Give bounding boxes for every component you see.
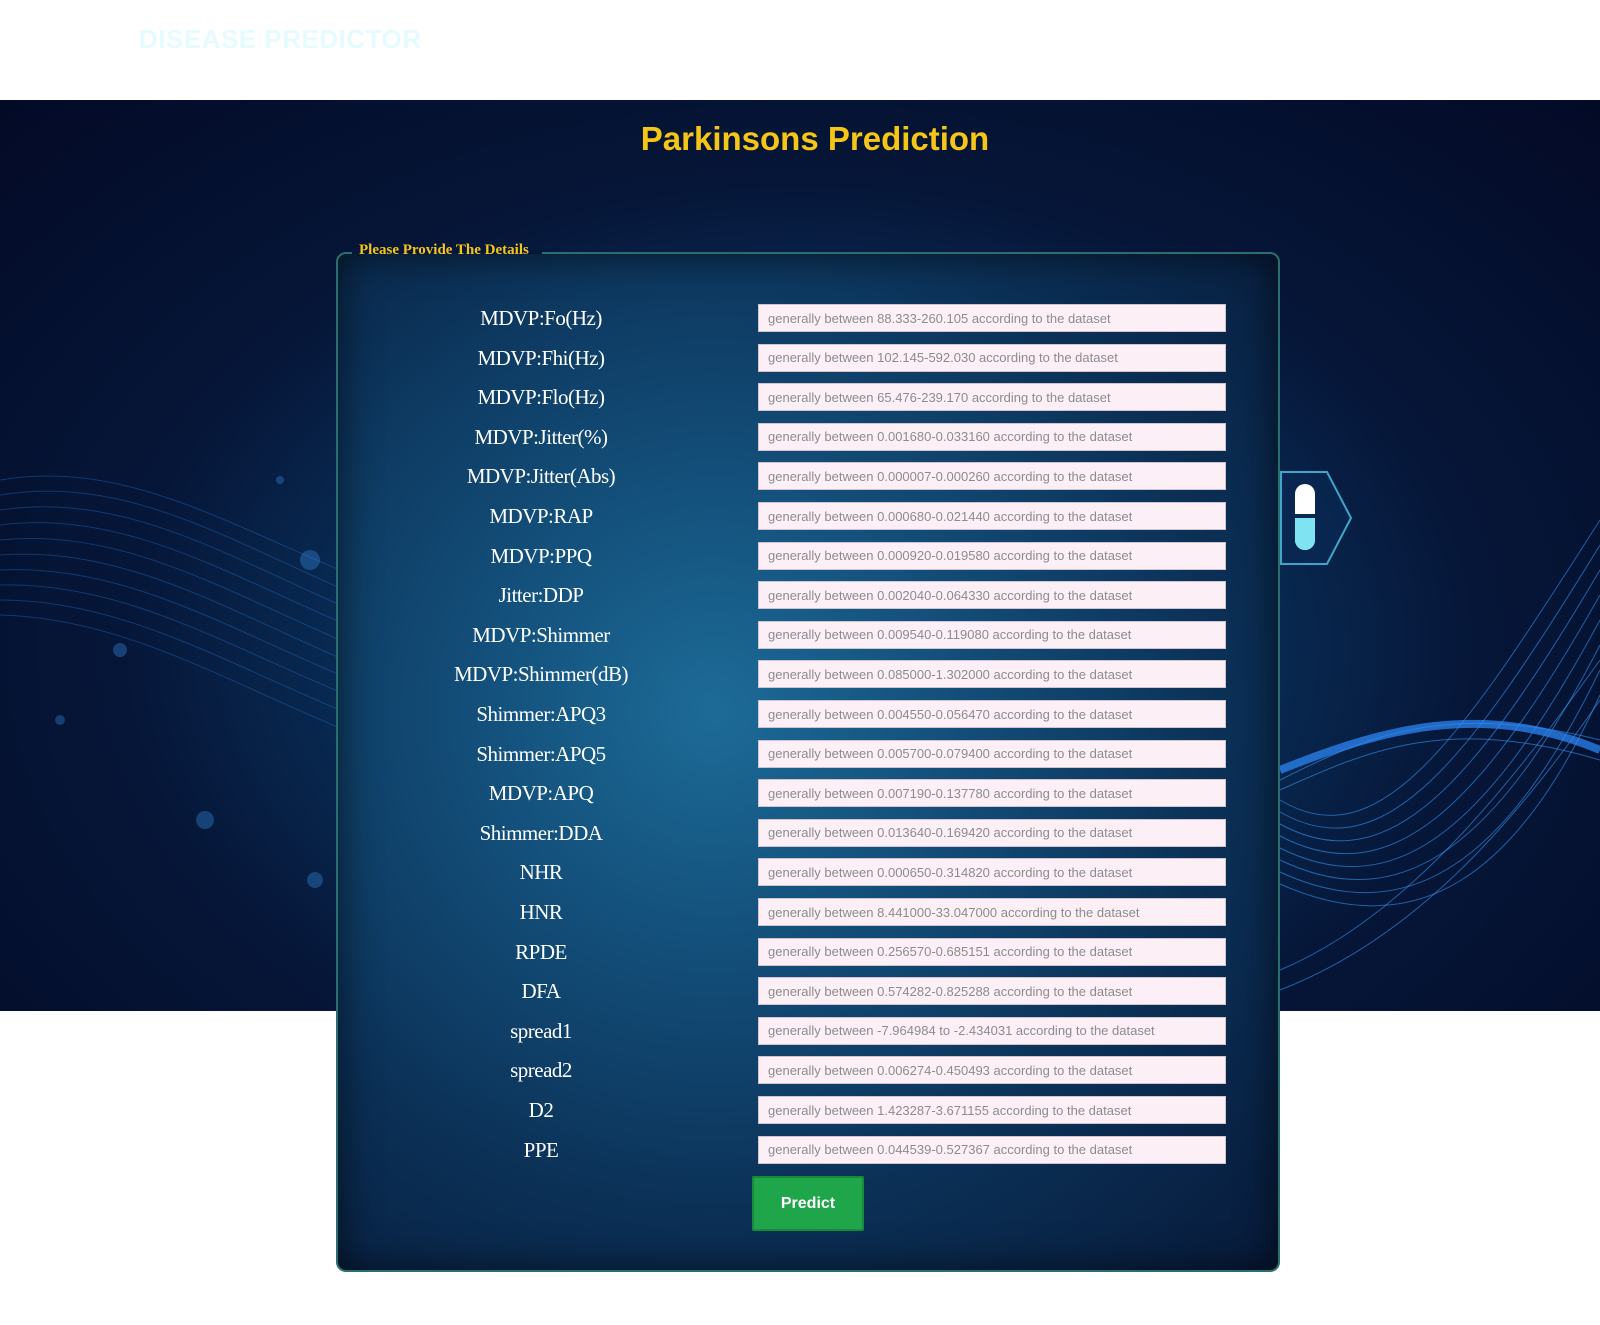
- field-label: Shimmer:APQ5: [476, 741, 606, 766]
- field-input[interactable]: [758, 1056, 1226, 1085]
- field-label: PPE: [523, 1137, 559, 1162]
- field-input[interactable]: [758, 620, 1226, 649]
- field-label: MDVP:Fo(Hz): [480, 306, 602, 330]
- field-input[interactable]: [758, 422, 1226, 451]
- field-label: Shimmer:DDA: [479, 820, 603, 845]
- form-legend: Please Provide The Details: [359, 242, 529, 258]
- field-label: spread1: [510, 1018, 572, 1043]
- field-input[interactable]: [758, 858, 1226, 887]
- field-label: spread2: [510, 1058, 572, 1083]
- field-input[interactable]: [758, 383, 1226, 412]
- field-input[interactable]: [758, 739, 1226, 768]
- field-input[interactable]: [758, 502, 1226, 530]
- field-input[interactable]: [758, 1135, 1226, 1164]
- page-title: Parkinsons Prediction: [640, 120, 990, 157]
- capsule-icon[interactable]: [1279, 470, 1355, 566]
- field-label: MDVP:Fhi(Hz): [477, 345, 605, 370]
- predict-button[interactable]: Predict: [752, 1176, 864, 1231]
- field-label: HNR: [519, 900, 563, 924]
- field-input[interactable]: [758, 779, 1226, 808]
- field-label: D2: [528, 1098, 554, 1122]
- field-label: DFA: [521, 979, 561, 1004]
- field-label: RPDE: [515, 939, 567, 964]
- field-label: MDVP:Jitter(Abs): [466, 464, 616, 489]
- field-label: MDVP:RAP: [489, 504, 593, 528]
- field-input[interactable]: [758, 937, 1226, 966]
- field-input[interactable]: [758, 541, 1226, 570]
- field-input[interactable]: [758, 898, 1226, 926]
- brand-logo[interactable]: DISEASE PREDICTOR: [139, 24, 422, 55]
- field-input[interactable]: [758, 818, 1226, 847]
- field-label: MDVP:APQ: [488, 781, 594, 806]
- field-input[interactable]: [758, 1016, 1226, 1045]
- field-input[interactable]: [758, 977, 1226, 1006]
- field-input[interactable]: [758, 343, 1226, 372]
- field-label: MDVP:Flo(Hz): [477, 385, 605, 410]
- field-label: MDVP:PPQ: [490, 543, 592, 568]
- field-label: Jitter:DDP: [498, 583, 584, 608]
- field-input[interactable]: [758, 462, 1226, 491]
- top-navbar: DISEASE PREDICTOR: [0, 0, 1600, 100]
- field-input[interactable]: [758, 581, 1226, 610]
- field-label: NHR: [519, 860, 563, 885]
- field-label: Shimmer:APQ3: [476, 702, 606, 726]
- field-input[interactable]: [758, 660, 1226, 689]
- field-input[interactable]: [758, 700, 1226, 728]
- field-input[interactable]: [758, 1096, 1226, 1124]
- field-label: MDVP:Shimmer(dB): [453, 662, 629, 687]
- field-label: MDVP:Jitter(%): [474, 424, 609, 449]
- field-input[interactable]: [758, 304, 1226, 332]
- field-label: MDVP:Shimmer: [472, 622, 610, 647]
